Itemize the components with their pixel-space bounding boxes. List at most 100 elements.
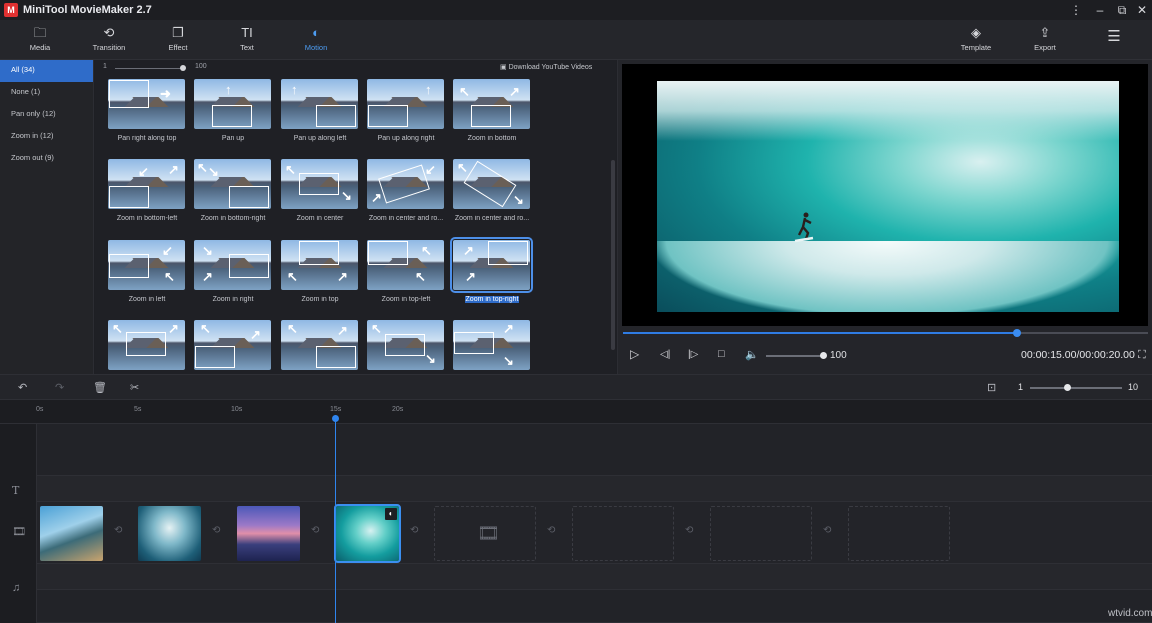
transition-slot-icon[interactable]: ⟲ (311, 525, 319, 536)
volume-slider-track[interactable] (766, 355, 824, 357)
thumb-size-max: 100 (195, 63, 207, 70)
media-button[interactable]: 🗀 Media (8, 24, 72, 56)
close-icon[interactable]: ✕ (1134, 2, 1150, 18)
motion-thumbnail[interactable]: ↖ ↘ (453, 159, 530, 209)
stop-icon[interactable]: □ (718, 348, 725, 360)
delete-icon[interactable]: 🗑 (93, 381, 107, 394)
motion-button[interactable]: ◐ Motion (284, 24, 348, 56)
ruler-tick: 0s (36, 406, 44, 413)
motion-arrow-icon: ↖ (164, 269, 175, 284)
category-all[interactable]: All (34) (0, 60, 93, 82)
motion-arrow-icon: ↖ (287, 269, 298, 284)
thumb-size-track[interactable] (115, 68, 185, 69)
transition-slot-icon[interactable]: ⟲ (547, 525, 555, 536)
playback-progress-bar[interactable] (623, 329, 1148, 337)
motion-frame-outline (488, 241, 528, 265)
video-clip-beach[interactable] (40, 506, 103, 561)
export-button[interactable]: ⇪ Export (1013, 24, 1077, 56)
motion-thumbnail[interactable]: ↖ ↘ (367, 320, 444, 370)
motion-label: Zoom in right (185, 296, 281, 303)
redo-icon[interactable]: ↷ (55, 381, 64, 394)
category-none[interactable]: None (1) (0, 82, 93, 104)
category-zoom-in[interactable]: Zoom in (12) (0, 126, 93, 148)
transition-slot-icon[interactable]: ⟲ (823, 525, 831, 536)
playhead-handle[interactable] (332, 415, 339, 422)
motion-thumbnail[interactable]: ↘ ↖ (194, 159, 271, 209)
transition-slot-icon[interactable]: ⟲ (410, 525, 418, 536)
maximize-icon[interactable]: ⧉ (1114, 2, 1130, 18)
empty-clip-slot[interactable] (710, 506, 812, 561)
ruler-tick: 15s (330, 406, 342, 413)
volume-slider-knob[interactable] (820, 352, 827, 359)
motion-thumbnail[interactable]: ↖ ↗ (281, 320, 358, 370)
motion-thumbnail[interactable]: ↑ (194, 79, 271, 129)
empty-clip-slot[interactable] (572, 506, 674, 561)
motion-thumbnail[interactable]: ↗ ↘ (453, 320, 530, 370)
motion-arrow-icon: ↙ (425, 162, 436, 177)
panel-scrollbar[interactable] (611, 160, 615, 350)
playhead-line[interactable] (335, 415, 336, 623)
motion-thumbnail[interactable]: ↙ ↗ (108, 159, 185, 209)
motion-arrow-icon: ↘ (208, 164, 219, 179)
motion-thumbnail[interactable]: ↗ ↖ (453, 79, 530, 129)
category-zoom-out[interactable]: Zoom out (9) (0, 148, 93, 170)
help-menu-icon[interactable]: ⋮ (1068, 2, 1084, 18)
text-track[interactable] (37, 476, 1152, 502)
fit-timeline-icon[interactable]: ⊡ (987, 381, 996, 394)
template-button[interactable]: ◈ Template (944, 24, 1008, 56)
watermark-text: wtvid.com (1108, 608, 1152, 619)
transition-button[interactable]: ⟲ Transition (77, 24, 141, 56)
video-clip-surfer-selected[interactable]: ◐ (334, 504, 401, 563)
effect-button[interactable]: ❐ Effect (146, 24, 210, 56)
empty-clip-slot[interactable]: 🎞 (434, 506, 536, 561)
motion-thumbnail[interactable]: ↗ ↗ (450, 237, 533, 293)
motion-arrow-icon: ↖ (371, 321, 382, 336)
text-button[interactable]: TI Text (215, 24, 279, 56)
transition-slot-icon[interactable]: ⟲ (212, 525, 220, 536)
motion-frame-outline (109, 80, 149, 108)
motion-thumbnail[interactable]: ↑ (367, 79, 444, 129)
previous-frame-icon[interactable]: ◁| (660, 349, 670, 360)
transition-slot-icon[interactable]: ⟲ (685, 525, 693, 536)
music-track[interactable] (37, 564, 1152, 590)
download-youtube-link[interactable]: ▣ Download YouTube Videos (500, 63, 592, 71)
motion-frame-outline (368, 241, 408, 265)
menu-button[interactable]: ☰ (1082, 24, 1146, 56)
motion-thumbnail[interactable]: ↖ ↗ (108, 320, 185, 370)
undo-icon[interactable]: ↶ (18, 381, 27, 394)
motion-label-text: Zoom in bottom-left (116, 215, 178, 222)
motion-thumbnail[interactable]: ↙ ↗ (367, 159, 444, 209)
motion-thumbnail[interactable]: ➜ (108, 79, 185, 129)
motion-thumbnail[interactable]: ↖ ↖ (367, 240, 444, 290)
timeline-zoom-knob[interactable] (1063, 384, 1071, 391)
motion-arrow-icon: ↖ (421, 243, 432, 258)
minimize-icon[interactable]: – (1092, 2, 1108, 18)
category-pan-only[interactable]: Pan only (12) (0, 104, 93, 126)
text-label: Text (240, 43, 254, 52)
timeline-zoom-track[interactable] (1030, 387, 1122, 389)
motion-thumbnail[interactable]: ↘ ↗ (194, 240, 271, 290)
motion-thumbnail[interactable]: ↖ ↘ (281, 159, 358, 209)
progress-knob[interactable] (1012, 329, 1021, 337)
main-toolbar: 🗀 Media ⟲ Transition ❐ Effect TI Text ◐ … (0, 20, 1152, 60)
motion-thumbnail[interactable]: ↖ ↗ (281, 240, 358, 290)
motion-label: Zoom in bottom-right (185, 215, 281, 222)
fullscreen-icon[interactable]: ⛶ (1138, 349, 1146, 362)
motion-thumbnail[interactable]: ↖ ↗ (194, 320, 271, 370)
next-frame-icon[interactable]: |▷ (688, 349, 698, 360)
motion-thumbnail[interactable]: ↙ ↖ (108, 240, 185, 290)
volume-icon[interactable]: 🔈 (745, 348, 759, 361)
play-icon[interactable]: ▷ (630, 347, 639, 361)
thumb-size-knob[interactable] (180, 65, 186, 71)
video-clip-wave[interactable] (138, 506, 201, 561)
empty-clip-slot[interactable] (848, 506, 950, 561)
timeline-ruler[interactable]: 0s 5s 10s 15s 20s (0, 400, 1152, 424)
motion-thumbnail[interactable]: ↑ (281, 79, 358, 129)
split-icon[interactable]: ✂ (130, 381, 139, 394)
motion-frame-outline (385, 334, 425, 356)
video-clip-sunset[interactable] (237, 506, 300, 561)
transition-slot-icon[interactable]: ⟲ (114, 525, 122, 536)
volume-value: 100 (830, 350, 847, 361)
motion-label: Zoom in left (99, 296, 195, 303)
media-label: Media (29, 43, 51, 52)
